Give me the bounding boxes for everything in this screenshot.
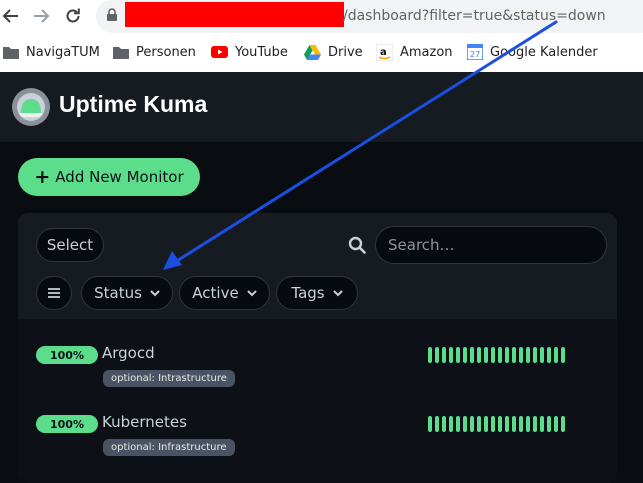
heartbeat-up[interactable]	[519, 347, 523, 363]
uptime-badge: 100%	[36, 415, 98, 433]
status-filter-dropdown[interactable]: Status	[81, 276, 173, 310]
add-new-monitor-label: Add New Monitor	[55, 168, 184, 186]
calendar-icon: 27	[467, 44, 483, 60]
forward-arrow-icon	[34, 9, 50, 23]
forward-button[interactable]	[30, 5, 52, 27]
chevron-down-icon	[150, 289, 160, 296]
heartbeat-up[interactable]	[533, 416, 537, 432]
heartbeat-up[interactable]	[498, 416, 502, 432]
heartbeat-up[interactable]	[449, 416, 453, 432]
heartbeat-up[interactable]	[449, 347, 453, 363]
heartbeat-up[interactable]	[526, 347, 530, 363]
heartbeat-up[interactable]	[540, 416, 544, 432]
heartbeat-up[interactable]	[547, 416, 551, 432]
heartbeat-up[interactable]	[498, 347, 502, 363]
redacted-host	[125, 2, 344, 27]
add-new-monitor-button[interactable]: + Add New Monitor	[18, 158, 200, 196]
heartbeat-up[interactable]	[533, 347, 537, 363]
uptime-kuma-logo-icon	[12, 88, 50, 126]
list-icon	[48, 288, 60, 298]
svg-text:27: 27	[470, 50, 480, 59]
svg-text:a: a	[380, 47, 387, 58]
heartbeat-up[interactable]	[435, 347, 439, 363]
app-title[interactable]: Uptime Kuma	[59, 91, 207, 118]
heartbeat-bar	[428, 347, 565, 365]
heartbeat-up[interactable]	[477, 416, 481, 432]
heartbeat-up[interactable]	[456, 347, 460, 363]
heartbeat-up[interactable]	[505, 347, 509, 363]
youtube-icon	[211, 46, 228, 58]
heartbeat-up[interactable]	[547, 347, 551, 363]
heartbeat-up[interactable]	[526, 416, 530, 432]
heartbeat-up[interactable]	[505, 416, 509, 432]
heartbeat-up[interactable]	[428, 416, 432, 432]
heartbeat-up[interactable]	[512, 347, 516, 363]
tags-filter-dropdown[interactable]: Tags	[276, 276, 358, 310]
heartbeat-up[interactable]	[491, 416, 495, 432]
heartbeat-up[interactable]	[463, 347, 467, 363]
heartbeat-up[interactable]	[561, 347, 565, 363]
search-icon	[348, 236, 366, 254]
heartbeat-up[interactable]	[442, 347, 446, 363]
select-button[interactable]: Select	[36, 228, 104, 262]
amazon-icon: a	[376, 43, 393, 61]
heartbeat-up[interactable]	[442, 416, 446, 432]
monitor-name[interactable]: Argocd	[102, 344, 155, 362]
back-button[interactable]	[0, 5, 22, 27]
chevron-down-icon	[246, 289, 257, 296]
chevron-down-icon	[332, 289, 343, 296]
heartbeat-up[interactable]	[484, 416, 488, 432]
heartbeat-up[interactable]	[484, 347, 488, 363]
heartbeat-up[interactable]	[477, 347, 481, 363]
heartbeat-up[interactable]	[470, 347, 474, 363]
heartbeat-up[interactable]	[519, 416, 523, 432]
bookmark-navigatum[interactable]: NavigaTUM	[3, 43, 100, 61]
heartbeat-up[interactable]	[491, 347, 495, 363]
bookmark-google-kalender[interactable]: 27 Google Kalender	[467, 43, 598, 61]
address-bar[interactable]: /dashboard?filter=true&status=down	[96, 0, 643, 33]
back-arrow-icon	[2, 9, 18, 23]
active-filter-dropdown[interactable]: Active	[179, 276, 270, 310]
bookmark-amazon[interactable]: a Amazon	[376, 43, 453, 61]
lock-icon	[107, 8, 117, 21]
heartbeat-up[interactable]	[540, 347, 544, 363]
drive-icon	[304, 44, 321, 60]
heartbeat-up[interactable]	[428, 347, 432, 363]
heartbeat-up[interactable]	[512, 416, 516, 432]
heartbeat-bar	[428, 416, 565, 434]
plus-icon: +	[34, 165, 51, 188]
bookmark-drive[interactable]: Drive	[304, 43, 363, 61]
browser-toolbar: /dashboard?filter=true&status=down Navig…	[0, 0, 643, 72]
monitor-tag: optional: Infrastructure	[103, 439, 235, 456]
monitor-tag: optional: Intrastructure	[103, 370, 235, 387]
heartbeat-up[interactable]	[456, 416, 460, 432]
heartbeat-up[interactable]	[554, 347, 558, 363]
reload-button[interactable]	[62, 5, 84, 27]
heartbeat-up[interactable]	[463, 416, 467, 432]
filter-menu-button[interactable]	[36, 276, 72, 310]
bookmark-personen[interactable]: Personen	[113, 43, 196, 61]
search-input[interactable]	[375, 226, 607, 264]
heartbeat-up[interactable]	[435, 416, 439, 432]
folder-icon	[3, 47, 19, 59]
reload-icon	[66, 8, 80, 23]
folder-icon	[113, 47, 129, 59]
bookmark-youtube[interactable]: YouTube	[211, 43, 288, 61]
url-text: /dashboard?filter=true&status=down	[343, 8, 606, 24]
monitor-name[interactable]: Kubernetes	[102, 413, 187, 431]
heartbeat-up[interactable]	[561, 416, 565, 432]
heartbeat-up[interactable]	[554, 416, 558, 432]
heartbeat-up[interactable]	[470, 416, 474, 432]
uptime-badge: 100%	[36, 346, 98, 364]
